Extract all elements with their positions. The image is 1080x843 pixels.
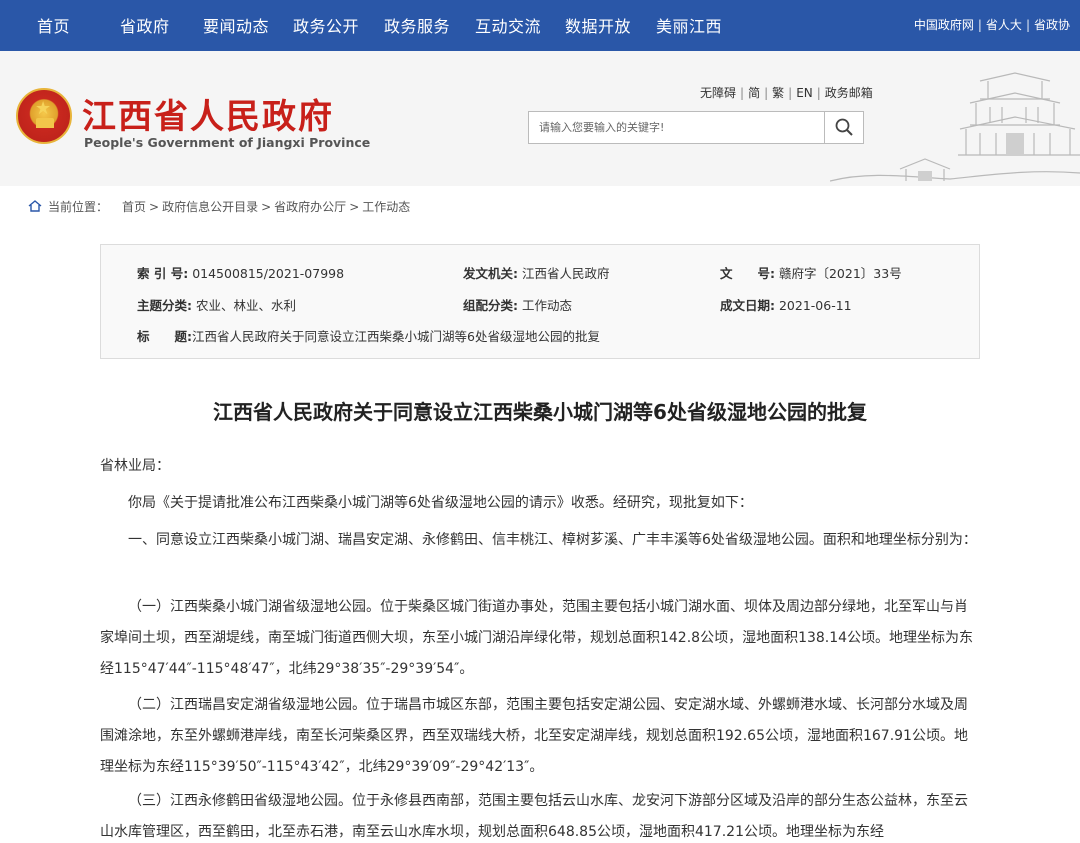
article-title: 江西省人民政府关于同意设立江西柴桑小城门湖等6处省级湿地公园的批复 bbox=[213, 400, 867, 424]
article-paragraph-1: 你局《关于提请批准公布江西柴桑小城门湖等6处省级湿地公园的请示》收悉。经研究，现… bbox=[128, 495, 753, 511]
breadcrumb-work-news[interactable]: 工作动态 bbox=[362, 200, 410, 214]
link-cppcc[interactable]: 省政协 bbox=[1034, 18, 1070, 32]
top-right-links: 中国政府网 | 省人大 | 省政协 bbox=[913, 18, 1070, 32]
nav-item-beautiful-jiangxi[interactable]: 美丽江西 bbox=[656, 13, 722, 37]
article-paragraph-5: （三）江西永修鹤田省级湿地公园。位于永修县西南部，范围主要包括云山水库、龙安河下… bbox=[100, 793, 968, 840]
info-topic: 主题分类: 农业、林业、水利 bbox=[137, 298, 296, 313]
home-icon bbox=[28, 200, 42, 212]
nav-item-home[interactable]: 首页 bbox=[37, 13, 70, 37]
info-issuer: 发文机关: 江西省人民政府 bbox=[463, 266, 610, 281]
info-date: 成文日期: 2021-06-11 bbox=[720, 298, 852, 313]
nav-item-gov-services[interactable]: 政务服务 bbox=[384, 13, 450, 37]
nav-item-open-data[interactable]: 数据开放 bbox=[565, 13, 631, 37]
breadcrumb-label: 当前位置： bbox=[48, 200, 109, 214]
breadcrumb-gov-office[interactable]: 省政府办公厅 bbox=[274, 200, 346, 214]
link-accessibility[interactable]: 无障碍 bbox=[700, 86, 736, 100]
breadcrumb-home[interactable]: 首页 bbox=[122, 200, 146, 214]
info-doc-no: 文 号: 赣府字〔2021〕33号 bbox=[720, 266, 902, 281]
article-paragraph-3: （一）江西柴桑小城门湖省级湿地公园。位于柴桑区城门街道办事处，范围主要包括小城门… bbox=[100, 599, 974, 677]
article-paragraph-4: （二）江西瑞昌安定湖省级湿地公园。位于瑞昌市城区东部，范围主要包括安定湖公园、安… bbox=[100, 697, 968, 775]
nav-item-provincial-gov[interactable]: 省政府 bbox=[120, 13, 170, 37]
document-info-box: 索 引 号: 014500815/2021-07998 发文机关: 江西省人民政… bbox=[100, 244, 980, 359]
link-simplified[interactable]: 简 bbox=[748, 86, 760, 100]
link-traditional[interactable]: 繁 bbox=[772, 86, 784, 100]
top-nav-bar: 首页 省政府 要闻动态 政务公开 政务服务 互动交流 数据开放 美丽江西 中国政… bbox=[0, 0, 1080, 51]
link-english[interactable]: EN bbox=[796, 86, 813, 100]
link-china-gov[interactable]: 中国政府网 bbox=[914, 18, 974, 32]
search-input[interactable] bbox=[529, 112, 825, 143]
info-title: 标 题:江西省人民政府关于同意设立江西柴桑小城门湖等6处省级湿地公园的批复 bbox=[137, 329, 600, 344]
nav-item-news[interactable]: 要闻动态 bbox=[203, 13, 269, 37]
nav-item-interaction[interactable]: 互动交流 bbox=[475, 13, 541, 37]
info-index-no: 索 引 号: 014500815/2021-07998 bbox=[137, 266, 345, 281]
nav-item-gov-affairs-open[interactable]: 政务公开 bbox=[293, 13, 359, 37]
article-paragraph-2: 一、同意设立江西柴桑小城门湖、瑞昌安定湖、永修鹤田、信丰桃江、樟树芗溪、广丰丰溪… bbox=[128, 532, 977, 548]
national-emblem-icon: ★ bbox=[16, 88, 72, 144]
site-subtitle: People's Government of Jiangxi Province bbox=[84, 135, 371, 150]
breadcrumb: 当前位置： 首页 > 政府信息公开目录 > 省政府办公厅 > 工作动态 bbox=[28, 198, 410, 215]
pavilion-illustration bbox=[830, 72, 1080, 182]
search-box bbox=[528, 111, 864, 144]
info-category: 组配分类: 工作动态 bbox=[463, 298, 572, 313]
site-header: ★ 江西省人民政府 People's Government of Jiangxi… bbox=[0, 51, 1080, 186]
article-addressee: 省林业局： bbox=[100, 458, 170, 474]
site-title[interactable]: 江西省人民政府 bbox=[82, 89, 334, 138]
breadcrumb-gov-info-catalog[interactable]: 政府信息公开目录 bbox=[162, 200, 258, 214]
link-provincial-congress[interactable]: 省人大 bbox=[986, 18, 1022, 32]
